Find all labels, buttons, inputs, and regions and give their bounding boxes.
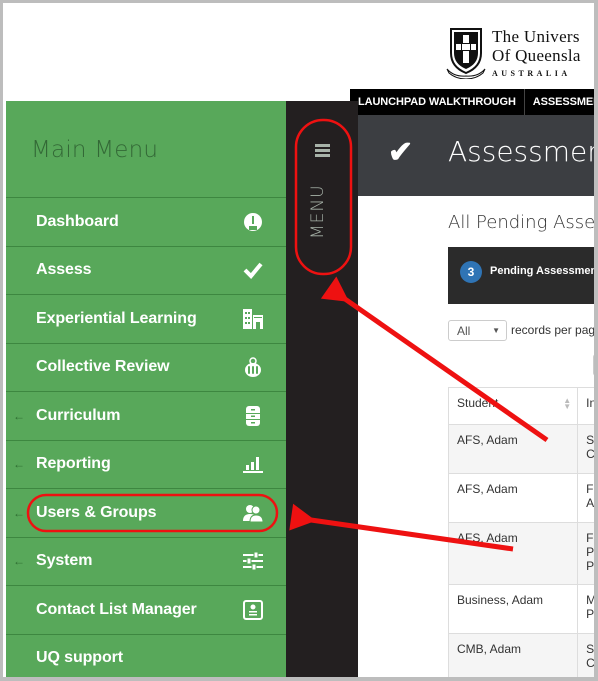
page-header: ✔ Assessment (358, 115, 594, 196)
records-per-page-select[interactable]: All ▼ (448, 320, 507, 341)
sidebar-item-collective-review[interactable]: Collective Review (6, 342, 286, 392)
cell-2: SCCo (578, 634, 595, 677)
table-row[interactable]: CMB, Adam SCCo (449, 634, 595, 677)
sidebar-item-label: Contact List Manager (36, 600, 197, 618)
uq-logo[interactable]: The Univers Of Queensla AUSTRALIA (446, 27, 581, 79)
uq-crest-icon (446, 27, 486, 79)
sort-icon[interactable]: ▲ ▼ (563, 397, 571, 411)
sidebar-item-label: Curriculum (36, 406, 121, 424)
menu-toggle-strip[interactable]: MENU (286, 101, 358, 677)
pending-count-badge: 3 (460, 261, 482, 283)
records-per-page-value: All (457, 324, 471, 338)
pending-assessments-table: Student ▲▼ In AFS, Adam SCCo AFS, Adam F… (448, 387, 598, 677)
main-menu-sidebar: Main Menu Dashboard Assess Experiential … (6, 101, 286, 678)
screenshot-frame: The Univers Of Queensla AUSTRALIA LAUNCH… (0, 0, 598, 681)
student-cell: AFS, Adam (449, 425, 579, 473)
cell-line: As (586, 496, 595, 510)
sidebar-item-label: Assess (36, 261, 92, 279)
logo-line-1: The Univers (492, 27, 580, 46)
table-row[interactable]: AFS, Adam SCCo (449, 425, 595, 474)
column-header-2[interactable]: In (578, 388, 594, 424)
sidebar-item-dashboard[interactable]: Dashboard (6, 197, 286, 246)
sidebar-item-system[interactable]: ← System (6, 536, 286, 586)
records-per-page-label: records per pag (511, 323, 596, 337)
sidebar-item-uq-support[interactable]: UQ support (6, 633, 286, 678)
sidebar-item-reporting[interactable]: ← Reporting (6, 439, 286, 489)
sidebar-item-experiential-learning[interactable]: Experiential Learning (6, 294, 286, 343)
cell-line: SC (586, 642, 595, 656)
page-title: Assessment (448, 135, 594, 168)
table-header-row: Student ▲ ▼ In (449, 388, 594, 425)
sidebar-item-assess[interactable]: Assess (6, 245, 286, 295)
table-row[interactable]: AFS, Adam FOPrPr (449, 523, 598, 585)
sidebar-item-curriculum[interactable]: ← Curriculum (6, 391, 286, 440)
sliders-icon (242, 550, 264, 572)
contact-card-icon (242, 599, 264, 621)
student-cell: AFS, Adam (449, 474, 579, 522)
expand-arrow-icon: ← (13, 408, 25, 423)
top-nav: LAUNCHPAD WALKTHROUGH ASSESSMENT (350, 89, 594, 115)
cell-line: FO (586, 482, 594, 496)
sidebar-item-label: Users & Groups (36, 503, 157, 521)
group-review-icon (242, 356, 264, 378)
cell-line: Co (586, 447, 595, 461)
buildings-icon (242, 308, 264, 330)
table-row[interactable]: AFS, Adam FOAs (449, 474, 595, 523)
table-row[interactable]: Business, Adam MIPo (449, 585, 597, 634)
cell-line: MI (586, 593, 597, 607)
topnav-launchpad-walkthrough[interactable]: LAUNCHPAD WALKTHROUGH (358, 96, 524, 108)
expand-arrow-icon: ← (13, 505, 25, 520)
menu-toggle-label[interactable]: MENU (308, 179, 336, 239)
expand-arrow-icon: ← (13, 554, 25, 569)
cell-2: MIPo (578, 585, 597, 633)
hamburger-icon[interactable] (315, 144, 330, 159)
pending-assessments-bar[interactable]: 3 Pending Assessmen (448, 247, 598, 304)
topnav-divider (523, 89, 525, 115)
search-input[interactable] (593, 354, 594, 376)
sidebar-item-label: Reporting (36, 455, 111, 473)
expand-arrow-icon: ← (13, 457, 25, 472)
cell-line: Po (586, 607, 595, 621)
sidebar-item-label: System (36, 552, 93, 570)
cell-2: FOAs (578, 474, 595, 522)
sidebar-item-users-groups[interactable]: ← Users & Groups (6, 488, 286, 537)
logo-line-3: AUSTRALIA (492, 69, 571, 78)
topnav-assessment[interactable]: ASSESSMENT (533, 96, 594, 108)
logo-line-2: Of Queensla (492, 46, 581, 65)
cell-line: SC (586, 433, 595, 447)
check-icon (242, 259, 264, 281)
column-header-student[interactable]: Student ▲ ▼ (449, 388, 579, 424)
dropdown-caret-icon: ▼ (492, 326, 500, 335)
cell-line: FO (586, 531, 594, 545)
assessment-check-icon: ✔ (388, 136, 414, 169)
student-cell: AFS, Adam (449, 523, 579, 584)
student-cell: Business, Adam (449, 585, 579, 633)
sidebar-item-label: Dashboard (36, 212, 119, 230)
cell-line: Pr (586, 545, 598, 559)
cell-2: FOPrPr (578, 523, 598, 584)
sidebar-title-text: Main Menu (31, 137, 159, 163)
filing-cabinet-icon (242, 405, 264, 427)
sidebar-item-label: Experiential Learning (36, 309, 197, 327)
cell-line: Co (586, 656, 595, 670)
sidebar-item-label: Collective Review (36, 358, 170, 376)
student-cell: CMB, Adam (449, 634, 579, 677)
users-icon (242, 502, 264, 524)
dashboard-gauge-icon (242, 211, 264, 233)
cell-line: Pr (586, 559, 598, 573)
column-header-label: Student (457, 396, 499, 410)
pending-label: Pending Assessmen (490, 265, 598, 277)
bar-chart-icon (242, 453, 264, 475)
sidebar-title: Main Menu (6, 101, 286, 197)
sidebar-item-label: UQ support (36, 649, 123, 667)
cell-2: SCCo (578, 425, 595, 473)
section-title: All Pending Asse (448, 212, 596, 233)
sidebar-item-contact-list-manager[interactable]: Contact List Manager (6, 585, 286, 634)
